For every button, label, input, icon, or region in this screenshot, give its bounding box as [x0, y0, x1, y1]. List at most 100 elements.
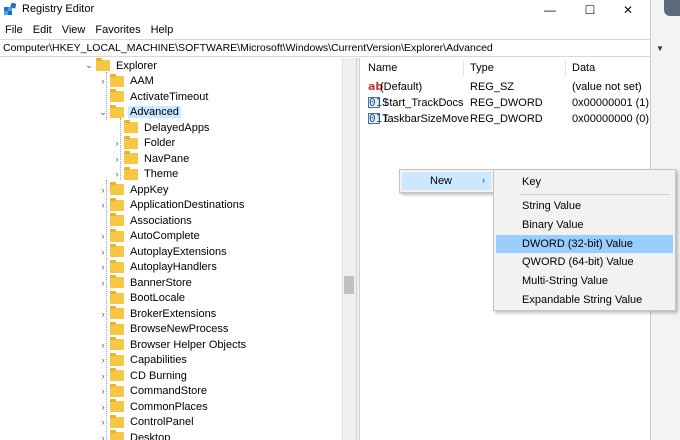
- folder-icon: [110, 414, 124, 428]
- tree-item-capabilities[interactable]: › Capabilities: [98, 352, 189, 369]
- menu-help[interactable]: Help: [146, 24, 179, 36]
- close-button[interactable]: ✕: [610, 0, 646, 20]
- tree-item-aam[interactable]: › AAM: [98, 73, 156, 90]
- tree-item-autoplayhandlers[interactable]: › AutoplayHandlers: [98, 259, 219, 276]
- submenu-item-string-value[interactable]: String Value: [496, 197, 673, 215]
- chevron-right-icon[interactable]: ›: [98, 185, 108, 195]
- folder-icon: [110, 89, 124, 103]
- submenu-item-dword-value[interactable]: DWORD (32-bit) Value: [496, 235, 673, 253]
- menu-separator: [520, 194, 670, 195]
- tree-item-brokerextensions[interactable]: › BrokerExtensions: [98, 306, 218, 322]
- tree-item-label: AutoplayHandlers: [130, 261, 217, 274]
- folder-icon: [110, 104, 124, 118]
- tree-item-label: AppKey: [130, 183, 169, 196]
- submenu-item-expandable-string-value[interactable]: Expandable String Value: [496, 291, 673, 309]
- value-data: (value not set): [572, 81, 642, 93]
- value-row-taskbarsizemove[interactable]: 011 TaskbarSizeMove REG_DWORD 0x00000000…: [360, 112, 650, 128]
- value-data: 0x00000001 (1): [572, 97, 650, 109]
- tree-item-desktop[interactable]: › Desktop: [98, 430, 172, 440]
- chevron-right-icon[interactable]: ›: [98, 433, 108, 440]
- chevron-right-icon[interactable]: ›: [98, 371, 108, 381]
- chevron-right-icon[interactable]: ›: [98, 340, 108, 350]
- tree-item-bootlocale[interactable]: BootLocale: [98, 290, 187, 307]
- folder-icon: [110, 244, 124, 258]
- chevron-right-icon[interactable]: ›: [98, 231, 108, 241]
- chevron-right-icon[interactable]: ›: [98, 262, 108, 272]
- submenu-item-multi-string-value[interactable]: Multi-String Value: [496, 272, 673, 290]
- submenu-item-binary-value[interactable]: Binary Value: [496, 216, 673, 234]
- chevron-right-icon[interactable]: ›: [98, 309, 108, 319]
- chevron-right-icon[interactable]: ›: [98, 386, 108, 396]
- tree-scrollbar[interactable]: [342, 58, 356, 440]
- submenu-item-qword-value[interactable]: QWORD (64-bit) Value: [496, 253, 673, 271]
- address-bar[interactable]: Computer\HKEY_LOCAL_MACHINE\SOFTWARE\Mic…: [0, 39, 650, 57]
- chevron-right-icon[interactable]: ›: [98, 76, 108, 86]
- tree-item-label: BannerStore: [130, 276, 192, 289]
- value-name: (Default): [380, 81, 423, 93]
- tree-item-activatetimeout[interactable]: ActivateTimeout: [98, 89, 210, 105]
- tree-item-commonplaces[interactable]: › CommonPlaces: [98, 399, 210, 415]
- folder-icon: [110, 306, 124, 320]
- tree-item-folder[interactable]: › Folder: [112, 135, 177, 152]
- tree-item-theme[interactable]: › Theme: [112, 166, 180, 183]
- value-row-start-trackdocs[interactable]: 011 Start_TrackDocs REG_DWORD 0x00000001…: [360, 96, 650, 112]
- minimize-button[interactable]: —: [532, 0, 568, 20]
- tree-item-label: Folder: [144, 137, 176, 150]
- chevron-right-icon[interactable]: ›: [112, 138, 122, 148]
- column-header-type[interactable]: Type: [470, 62, 494, 74]
- tree-item-autocomplete[interactable]: › AutoComplete: [98, 228, 202, 245]
- tree-item-advanced[interactable]: ⌄ Advanced: [98, 104, 181, 121]
- menu-item-new[interactable]: New ›: [402, 172, 491, 190]
- tree-item-browsenewprocess[interactable]: BrowseNewProcess: [98, 321, 230, 338]
- column-header-name[interactable]: Name: [368, 62, 397, 74]
- tree-item-label-selected: Advanced: [128, 106, 181, 119]
- chevron-down-icon[interactable]: ⌄: [84, 60, 94, 71]
- tree-item-browser-helper-objects[interactable]: › Browser Helper Objects: [98, 337, 248, 353]
- tree-item-label: BrokerExtensions: [130, 307, 217, 320]
- menu-view[interactable]: View: [57, 24, 91, 36]
- menu-item-label: String Value: [522, 200, 582, 212]
- submenu-item-key[interactable]: Key: [496, 173, 673, 191]
- avatar: [664, 0, 680, 16]
- value-row-default[interactable]: ab (Default) REG_SZ (value not set): [360, 80, 650, 96]
- tree-item-explorer[interactable]: ⌄ Explorer: [84, 58, 159, 74]
- tree-item-cd-burning[interactable]: › CD Burning: [98, 368, 189, 384]
- tree-item-label: ControlPanel: [130, 416, 194, 429]
- chevron-right-icon[interactable]: ›: [112, 169, 122, 179]
- tree-item-applicationdestinations[interactable]: › ApplicationDestinations: [98, 197, 246, 214]
- tree-item-controlpanel[interactable]: › ControlPanel: [98, 414, 196, 431]
- tree-item-bannerstore[interactable]: › BannerStore: [98, 275, 194, 291]
- chevron-right-icon[interactable]: ›: [98, 247, 108, 257]
- context-menu: New ›: [399, 169, 494, 193]
- folder-icon: [110, 213, 124, 227]
- tree-item-label: CD Burning: [130, 369, 187, 382]
- column-header-data[interactable]: Data: [572, 62, 595, 74]
- chevron-right-icon[interactable]: ›: [112, 154, 122, 164]
- tree-item-commandstore[interactable]: › CommandStore: [98, 383, 209, 400]
- tree-scrollbar-thumb[interactable]: [344, 276, 354, 294]
- value-data: 0x00000000 (0): [572, 113, 650, 125]
- menu-file[interactable]: File: [0, 24, 28, 36]
- chevron-down-icon[interactable]: ⌄: [98, 107, 108, 118]
- address-path[interactable]: Computer\HKEY_LOCAL_MACHINE\SOFTWARE\Mic…: [3, 42, 493, 54]
- value-name: Start_TrackDocs: [382, 97, 464, 109]
- chevron-right-icon[interactable]: ›: [98, 402, 108, 412]
- chevron-right-icon[interactable]: ›: [98, 200, 108, 210]
- tree-item-autoplayextensions[interactable]: › AutoplayExtensions: [98, 244, 229, 260]
- menu-favorites[interactable]: Favorites: [90, 24, 145, 36]
- chevron-right-icon[interactable]: ›: [98, 355, 108, 365]
- column-divider[interactable]: [463, 60, 464, 76]
- tree-item-appkey[interactable]: › AppKey: [98, 182, 171, 198]
- tree-item-navpane[interactable]: › NavPane: [112, 151, 191, 167]
- value-name: TaskbarSizeMove: [382, 113, 469, 125]
- chevron-down-icon: ▼: [656, 44, 664, 53]
- chevron-right-icon[interactable]: ›: [98, 278, 108, 288]
- tree-item-associations[interactable]: Associations: [98, 213, 194, 229]
- tree-item-delayedapps[interactable]: DelayedApps: [112, 120, 211, 136]
- maximize-button[interactable]: ☐: [572, 0, 608, 20]
- tree-item-label: Desktop: [130, 431, 171, 440]
- chevron-right-icon[interactable]: ›: [98, 417, 108, 427]
- tree-item-label: CommonPlaces: [130, 400, 208, 413]
- menu-edit[interactable]: Edit: [28, 24, 57, 36]
- column-divider[interactable]: [565, 60, 566, 76]
